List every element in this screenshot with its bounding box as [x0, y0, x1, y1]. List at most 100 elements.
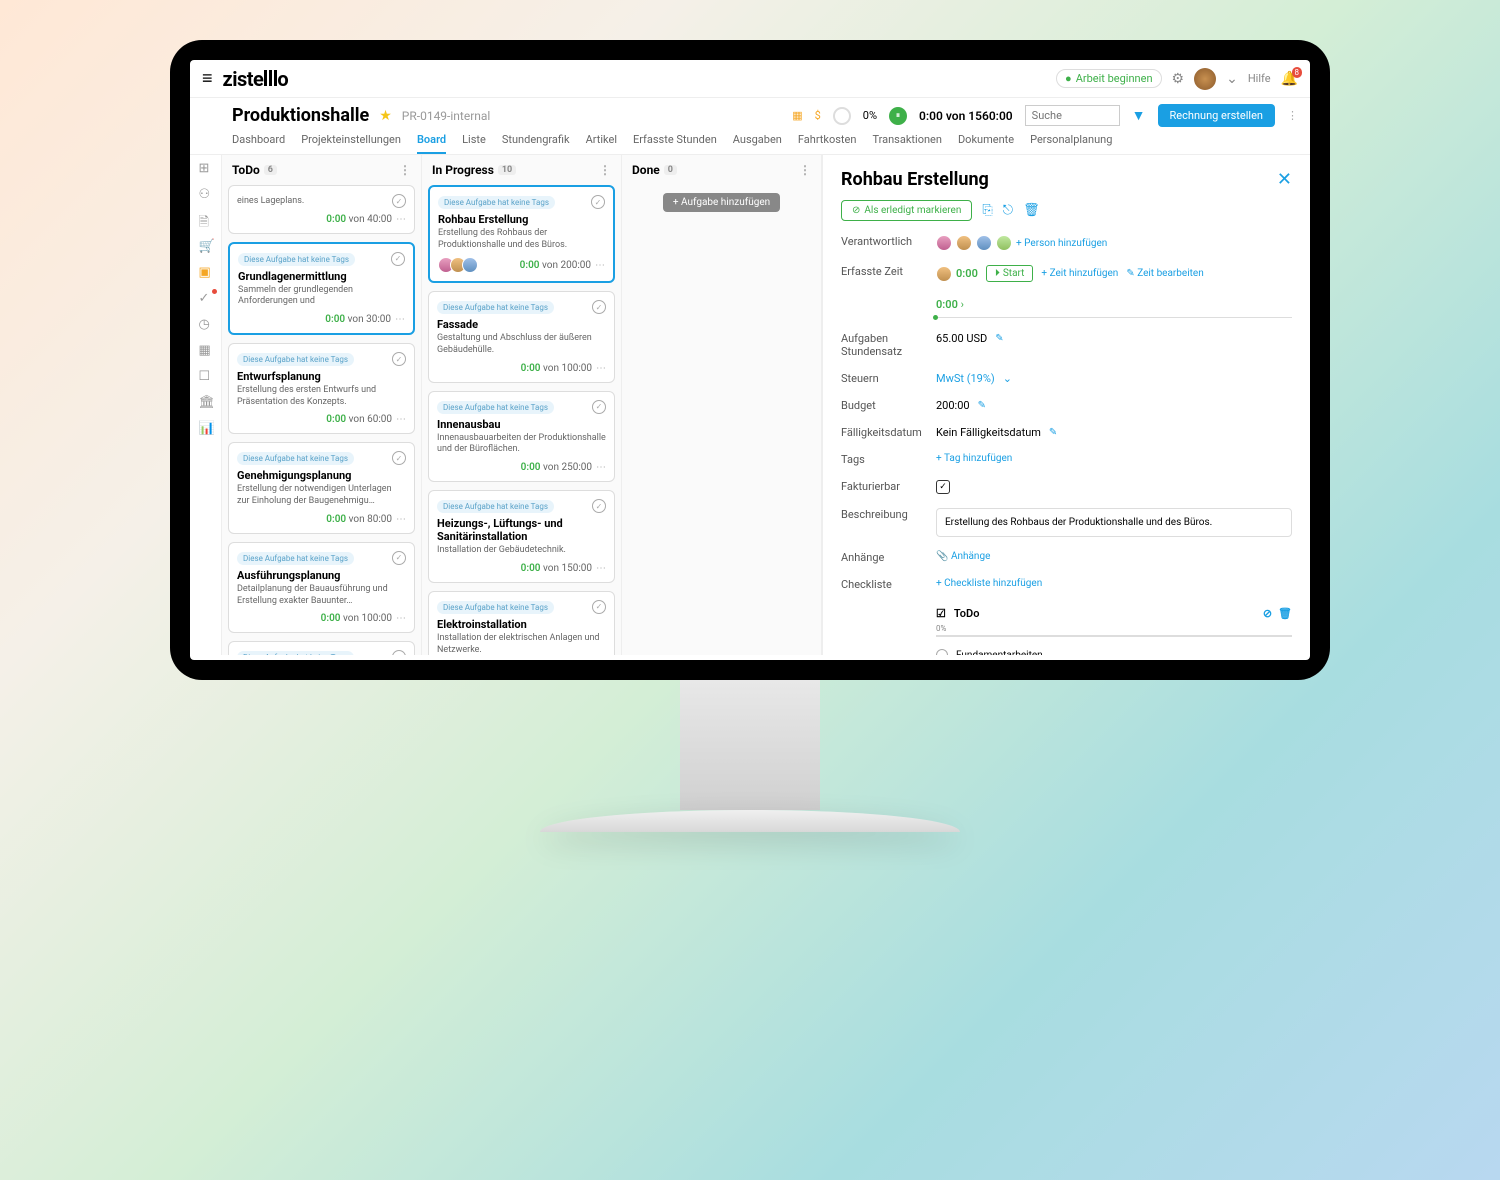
card-menu-icon[interactable]: ⋯	[596, 563, 606, 574]
task-card[interactable]: ✓eines Lageplans.0:00 von 40:00⋯	[228, 185, 415, 234]
add-task-button[interactable]: + Aufgabe hinzufügen	[663, 193, 780, 212]
square-icon[interactable]: ▣	[199, 265, 213, 279]
tab-hours-graphic[interactable]: Stundengrafik	[502, 133, 570, 154]
card-menu-icon[interactable]: ⋯	[596, 462, 606, 473]
copy-icon[interactable]: ⎘	[982, 203, 992, 218]
menu-icon[interactable]: ≡	[202, 68, 213, 89]
calendar-icon[interactable]: ▦	[199, 343, 213, 357]
tab-list[interactable]: Liste	[462, 133, 486, 154]
chart-icon[interactable]: 📊	[199, 421, 213, 435]
tab-expenses[interactable]: Ausgaben	[733, 133, 782, 154]
add-tag-link[interactable]: + Tag hinzufügen	[936, 453, 1012, 464]
tab-tracked-hours[interactable]: Erfasste Stunden	[633, 133, 717, 154]
doc-icon[interactable]: 🗎	[199, 213, 213, 227]
close-icon[interactable]: ✕	[1277, 169, 1292, 190]
more-icon[interactable]: ⋮	[1287, 109, 1298, 122]
card-menu-icon[interactable]: ⋯	[596, 363, 606, 374]
avatar[interactable]	[996, 235, 1012, 251]
task-card[interactable]: Diese Aufgabe hat keine Tags✓Rohbau Erst…	[428, 185, 615, 283]
check-icon[interactable]: ✓	[391, 252, 405, 266]
check-icon[interactable]: ✓	[392, 194, 406, 208]
add-time-link[interactable]: + Zeit hinzufügen	[1041, 268, 1118, 279]
check-icon[interactable]: ✓	[199, 291, 213, 305]
box-icon[interactable]: ☐	[199, 369, 213, 383]
add-person-link[interactable]: + Person hinzufügen	[1016, 238, 1107, 249]
task-card[interactable]: Diese Aufgabe hat keine Tags✓Entwurfspla…	[228, 343, 415, 434]
gear-icon[interactable]: ⚙	[1172, 71, 1185, 87]
task-card[interactable]: Diese Aufgabe hat keine Tags✓Innenausbau…	[428, 391, 615, 482]
card-menu-icon[interactable]: ⋯	[396, 214, 406, 225]
dollar-icon[interactable]: $	[815, 109, 821, 122]
tab-dashboard[interactable]: Dashboard	[232, 133, 285, 154]
tab-documents[interactable]: Dokumente	[958, 133, 1014, 154]
task-card[interactable]: Diese Aufgabe hat keine Tags✓FassadeGest…	[428, 291, 615, 382]
column-menu-icon[interactable]: ⋮	[799, 163, 811, 177]
help-link[interactable]: Hilfe	[1248, 72, 1271, 85]
chevron-down-icon[interactable]: ⌄	[1003, 372, 1012, 385]
search-input[interactable]	[1025, 105, 1120, 126]
create-invoice-button[interactable]: Rechnung erstellen	[1158, 104, 1275, 127]
edit-time-link[interactable]: ✎ Zeit bearbeiten	[1126, 268, 1203, 279]
bell-icon[interactable]: 🔔	[1281, 71, 1298, 87]
checkbox-icon[interactable]	[936, 649, 948, 655]
start-work-button[interactable]: ●Arbeit beginnen	[1056, 69, 1162, 88]
filter-icon[interactable]: ▼	[1132, 107, 1146, 124]
tab-staffing[interactable]: Personalplanung	[1030, 133, 1112, 154]
card-menu-icon[interactable]: ⋯	[396, 414, 406, 425]
card-menu-icon[interactable]: ⋯	[595, 260, 605, 271]
avatar[interactable]	[956, 235, 972, 251]
billable-checkbox[interactable]: ✓	[936, 480, 950, 494]
add-checklist-link[interactable]: + Checkliste hinzufügen	[936, 578, 1292, 589]
check-icon[interactable]: ✓	[592, 600, 606, 614]
pause-icon[interactable]: ⏸	[889, 107, 907, 125]
delete-icon[interactable]: 🗑	[1023, 203, 1040, 218]
card-menu-icon[interactable]: ⋯	[396, 613, 406, 624]
check-icon[interactable]: ✓	[392, 451, 406, 465]
doc-icon[interactable]: ▦	[792, 109, 802, 122]
attach-link[interactable]: 📎 Anhänge	[936, 551, 990, 562]
tax-value[interactable]: MwSt (19%)	[936, 372, 995, 385]
checklist-delete-icon[interactable]: 🗑	[1278, 607, 1292, 620]
tab-settings[interactable]: Projekteinstellungen	[301, 133, 401, 154]
start-timer-button[interactable]: ⏵Start	[986, 265, 1034, 282]
tab-transactions[interactable]: Transaktionen	[872, 133, 942, 154]
edit-icon[interactable]: ✎	[1049, 427, 1057, 438]
cart-icon[interactable]: 🛒	[199, 239, 213, 253]
task-card[interactable]: Diese Aufgabe hat keine Tags✓Ausschreibu…	[228, 641, 415, 655]
check-icon[interactable]: ✓	[592, 400, 606, 414]
tab-travel[interactable]: Fahrtkosten	[798, 133, 857, 154]
check-icon[interactable]: ✓	[392, 551, 406, 565]
bank-icon[interactable]: 🏛	[199, 395, 213, 409]
card-menu-icon[interactable]: ⋯	[395, 314, 405, 325]
task-card[interactable]: Diese Aufgabe hat keine Tags✓Elektroinst…	[428, 591, 615, 655]
card-menu-icon[interactable]: ⋯	[396, 514, 406, 525]
star-icon[interactable]: ★	[379, 108, 392, 124]
check-icon[interactable]: ✓	[592, 499, 606, 513]
edit-icon[interactable]: ✎	[978, 400, 986, 411]
check-icon[interactable]: ✓	[591, 195, 605, 209]
check-icon[interactable]: ✓	[592, 300, 606, 314]
task-card[interactable]: Diese Aufgabe hat keine Tags✓Genehmigung…	[228, 442, 415, 533]
checklist-item[interactable]: Fundamentarbeiten	[936, 645, 1292, 655]
checklist-block-icon[interactable]: ⊘	[1263, 607, 1272, 620]
chevron-down-icon[interactable]: ⌄	[1226, 71, 1238, 87]
tab-board[interactable]: Board	[417, 133, 446, 154]
export-icon[interactable]: ⎋	[1003, 203, 1013, 218]
task-card[interactable]: Diese Aufgabe hat keine Tags✓Heizungs-, …	[428, 490, 615, 583]
edit-icon[interactable]: ✎	[995, 333, 1003, 344]
people-icon[interactable]: ⚇	[199, 187, 213, 201]
clock-icon[interactable]: ◷	[199, 317, 213, 331]
mark-done-button[interactable]: ⊘Als erledigt markieren	[841, 200, 972, 221]
avatar[interactable]	[1194, 68, 1216, 90]
column-menu-icon[interactable]: ⋮	[599, 163, 611, 177]
check-icon[interactable]: ✓	[392, 650, 406, 655]
grid-icon[interactable]: ⊞	[199, 161, 213, 175]
tab-articles[interactable]: Artikel	[586, 133, 617, 154]
column-menu-icon[interactable]: ⋮	[399, 163, 411, 177]
task-card[interactable]: Diese Aufgabe hat keine Tags✓Ausführungs…	[228, 542, 415, 633]
avatar[interactable]	[976, 235, 992, 251]
task-card[interactable]: Diese Aufgabe hat keine Tags✓Grundlagene…	[228, 242, 415, 335]
check-icon[interactable]: ✓	[392, 352, 406, 366]
avatar[interactable]	[936, 235, 952, 251]
description-input[interactable]: Erstellung des Rohbaus der Produktionsha…	[936, 508, 1292, 537]
